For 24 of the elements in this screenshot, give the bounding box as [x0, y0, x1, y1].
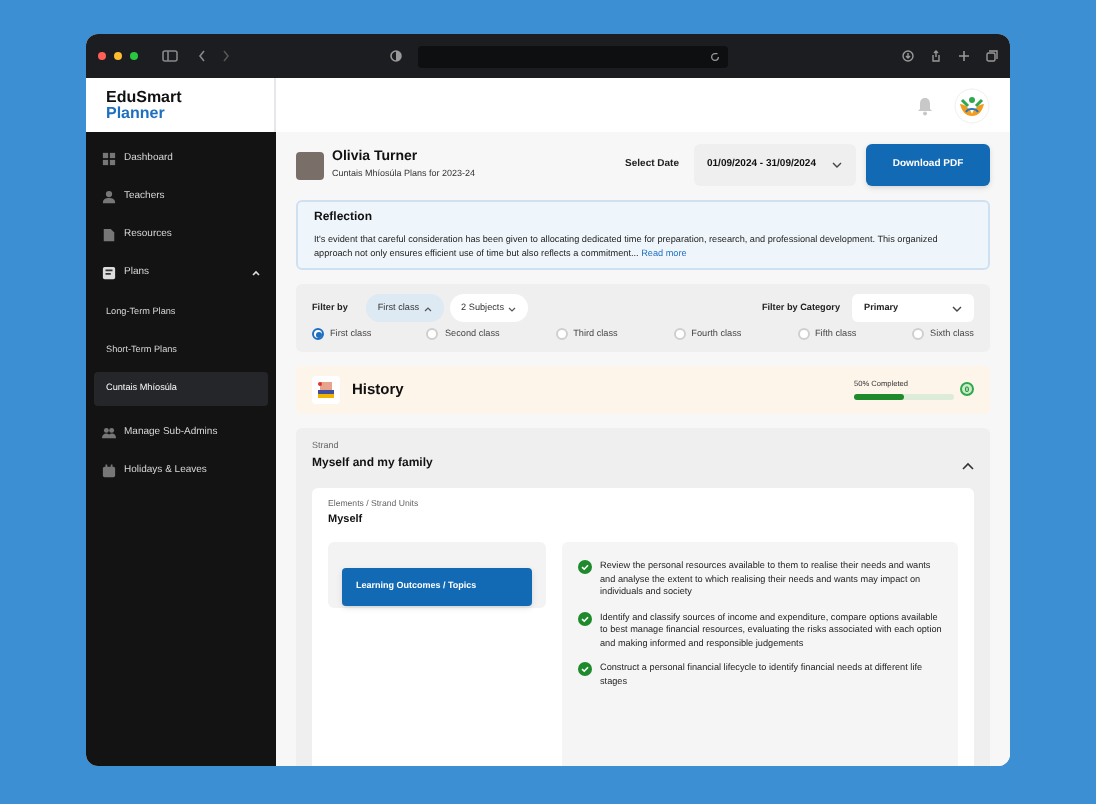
- chevron-icon[interactable]: [962, 461, 974, 470]
- grid-icon: [102, 152, 116, 166]
- sidebar-icon[interactable]: [162, 50, 178, 62]
- radio-button[interactable]: [312, 328, 324, 341]
- chevron-icon: [832, 162, 842, 168]
- chevron-icon: [952, 305, 962, 311]
- calendar-icon: [102, 464, 116, 478]
- logo-text: Planner: [106, 105, 167, 121]
- books-icon: [312, 375, 340, 404]
- chevron-icon: [508, 305, 516, 311]
- people-icon: [102, 426, 116, 440]
- new-tab-icon[interactable]: [958, 50, 970, 62]
- avatar-placeholder: [296, 151, 324, 179]
- back-icon[interactable]: [198, 50, 206, 62]
- chevron-icon: [423, 305, 432, 311]
- logo-text: EduSmart: [106, 89, 184, 105]
- logo-icon[interactable]: [954, 87, 990, 123]
- reload-icon[interactable]: [710, 51, 720, 61]
- download-icon[interactable]: [902, 50, 914, 62]
- clipboard-icon: [102, 266, 116, 280]
- document-icon: [102, 228, 116, 242]
- share-icon[interactable]: [930, 50, 942, 62]
- tabs-icon[interactable]: [986, 50, 998, 62]
- person-icon: [102, 190, 116, 204]
